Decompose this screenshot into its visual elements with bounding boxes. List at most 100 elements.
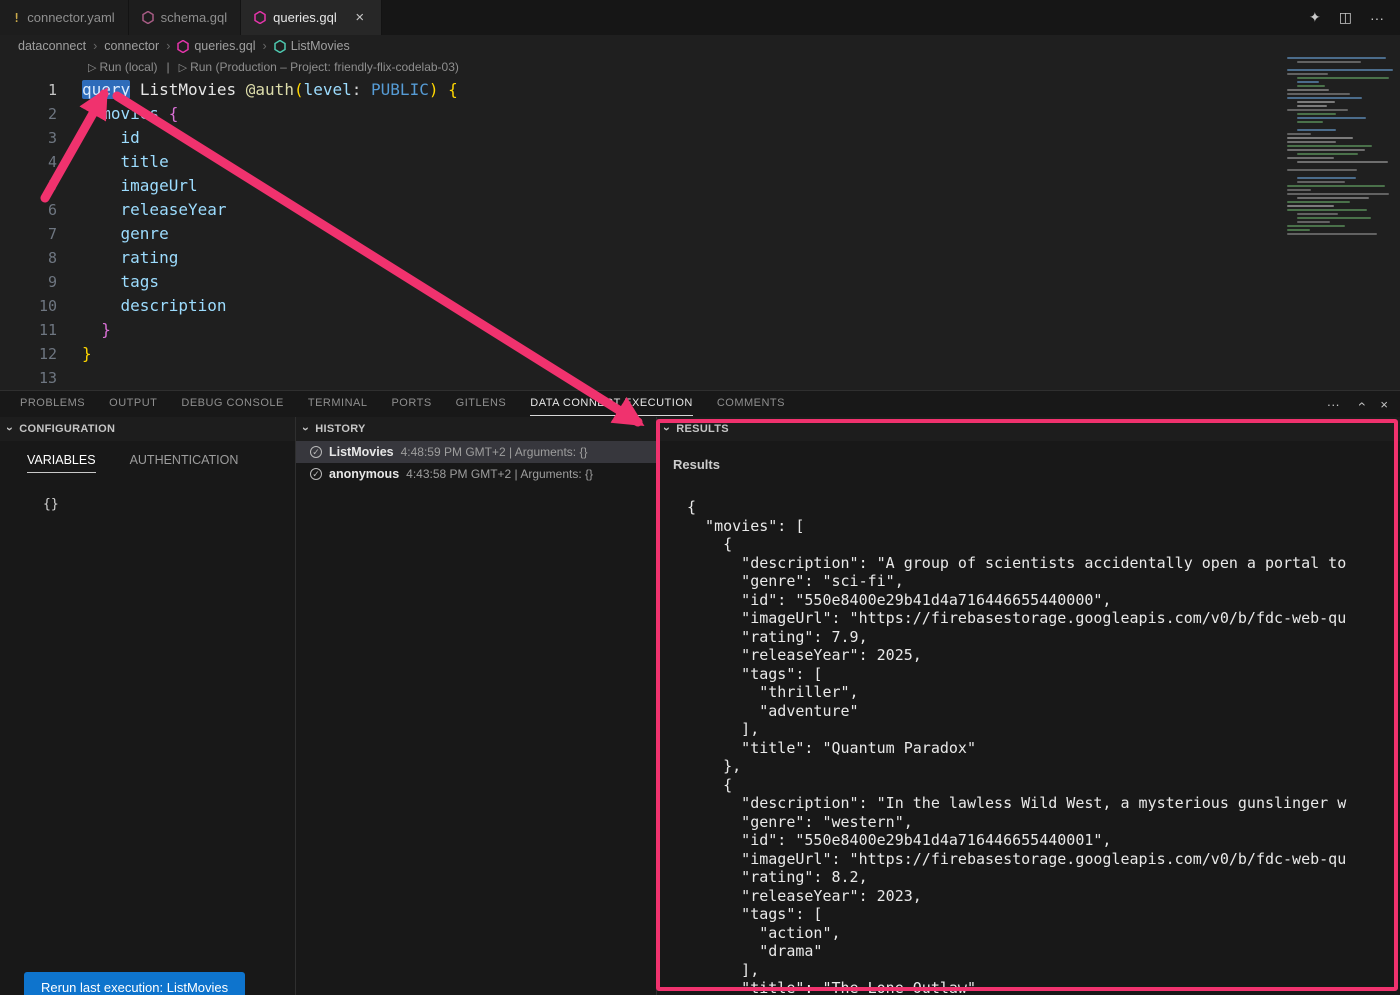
code-area: 1 query ListMovies @auth(level: PUBLIC) {…: [0, 78, 1400, 390]
configuration-title: CONFIGURATION: [19, 423, 115, 435]
tab-label: schema.gql: [161, 10, 227, 25]
code-line-13[interactable]: 13: [0, 366, 1400, 390]
results-header[interactable]: › RESULTS: [657, 417, 1400, 441]
editor-tab-connector.yaml[interactable]: !connector.yaml: [0, 0, 129, 35]
code-line-3[interactable]: 3 id: [0, 126, 1400, 150]
minimap-line: [1297, 85, 1325, 87]
line-number[interactable]: 11: [0, 318, 57, 342]
line-number[interactable]: 4: [0, 150, 57, 174]
minimap-line: [1287, 201, 1350, 203]
code-line-4[interactable]: 4 title: [0, 150, 1400, 174]
editor-tab-queries.gql[interactable]: queries.gql×: [241, 0, 382, 35]
line-number[interactable]: 10: [0, 294, 57, 318]
code-line-10[interactable]: 10 description: [0, 294, 1400, 318]
code-text: rating: [82, 246, 178, 270]
run-production-link[interactable]: ▷Run (Production – Project: friendly-fli…: [179, 57, 459, 78]
code-line-2[interactable]: 2 movies {: [0, 102, 1400, 126]
minimap-line: [1287, 169, 1357, 171]
code-line-5[interactable]: 5 imageUrl: [0, 174, 1400, 198]
minimap-line: [1297, 197, 1369, 199]
minimap-line: [1297, 77, 1389, 79]
configuration-section: › CONFIGURATION VARIABLES AUTHENTICATION…: [0, 417, 296, 995]
line-number[interactable]: 8: [0, 246, 57, 270]
minimap-line: [1297, 61, 1361, 63]
graphql-icon: [254, 11, 266, 24]
minimap-line: [1297, 153, 1358, 155]
editor-more-icon[interactable]: ···: [1370, 10, 1384, 26]
panel-tab-debug-console[interactable]: DEBUG CONSOLE: [181, 392, 283, 416]
minimap-line: [1287, 69, 1393, 71]
configuration-tabs: VARIABLES AUTHENTICATION: [27, 453, 238, 473]
line-number[interactable]: 5: [0, 174, 57, 198]
panel-tab-ports[interactable]: PORTS: [391, 392, 431, 416]
panel-maximize-icon[interactable]: ›: [1352, 402, 1368, 407]
code-text: query ListMovies @auth(level: PUBLIC) {: [82, 78, 458, 102]
breadcrumb-separator: ›: [166, 39, 170, 53]
history-header[interactable]: › HISTORY: [296, 417, 656, 441]
code-line-12[interactable]: 12}: [0, 342, 1400, 366]
code-line-8[interactable]: 8 rating: [0, 246, 1400, 270]
breadcrumb-separator: ›: [93, 39, 97, 53]
minimap-line: [1287, 209, 1367, 211]
chevron-down-icon: ›: [660, 427, 674, 431]
code-line-9[interactable]: 9 tags: [0, 270, 1400, 294]
minimap[interactable]: [1283, 57, 1398, 245]
breadcrumb-item-dataconnect[interactable]: dataconnect: [18, 39, 86, 53]
minimap-line: [1287, 225, 1345, 227]
line-number[interactable]: 6: [0, 198, 57, 222]
breadcrumb-label: connector: [104, 39, 159, 53]
panel-tab-gitlens[interactable]: GITLENS: [456, 392, 507, 416]
sparkle-icon[interactable]: ✦: [1309, 9, 1321, 26]
panel-tab-output[interactable]: OUTPUT: [109, 392, 157, 416]
close-icon[interactable]: ×: [352, 9, 368, 26]
line-number[interactable]: 1: [0, 78, 57, 102]
line-number[interactable]: 13: [0, 366, 57, 390]
split-editor-icon[interactable]: ◫: [1339, 9, 1352, 26]
breadcrumb-item-ListMovies[interactable]: ListMovies: [274, 39, 350, 53]
line-number[interactable]: 12: [0, 342, 57, 366]
history-entry-name: ListMovies: [329, 445, 394, 459]
line-number[interactable]: 9: [0, 270, 57, 294]
history-entry-ListMovies[interactable]: ✓ListMovies4:48:59 PM GMT+2 | Arguments:…: [296, 441, 656, 463]
code-line-6[interactable]: 6 releaseYear: [0, 198, 1400, 222]
rerun-button[interactable]: Rerun last execution: ListMovies: [24, 972, 245, 995]
graphql-operation-icon: [274, 40, 286, 53]
history-entry-anonymous[interactable]: ✓anonymous4:43:58 PM GMT+2 | Arguments: …: [296, 463, 656, 485]
history-list: ✓ListMovies4:48:59 PM GMT+2 | Arguments:…: [296, 441, 656, 485]
code-line-1[interactable]: 1 query ListMovies @auth(level: PUBLIC) {: [0, 78, 1400, 102]
minimap-line: [1283, 125, 1398, 127]
configuration-header[interactable]: › CONFIGURATION: [0, 417, 295, 441]
breadcrumb-label: ListMovies: [291, 39, 350, 53]
editor-tab-bar: !connector.yamlschema.gqlqueries.gql× ✦ …: [0, 0, 1400, 35]
panel-close-icon[interactable]: ×: [1380, 397, 1388, 412]
run-local-link[interactable]: ▷Run (local): [88, 57, 158, 78]
tab-authentication[interactable]: AUTHENTICATION: [130, 453, 239, 473]
line-number[interactable]: 2: [0, 102, 57, 126]
panel-tab-problems[interactable]: PROBLEMS: [20, 392, 85, 416]
breadcrumb-item-queries.gql[interactable]: queries.gql: [177, 39, 255, 53]
code-text: id: [82, 126, 140, 150]
minimap-line: [1287, 57, 1386, 59]
panel-tab-data-connect-execution[interactable]: DATA CONNECT EXECUTION: [530, 392, 693, 416]
code-text: tags: [82, 270, 159, 294]
graphql-icon: [142, 11, 154, 24]
editor-tab-schema.gql[interactable]: schema.gql: [129, 0, 241, 35]
minimap-line: [1287, 185, 1385, 187]
code-text: releaseYear: [82, 198, 227, 222]
minimap-line: [1297, 177, 1356, 179]
line-number[interactable]: 7: [0, 222, 57, 246]
check-circle-icon: ✓: [310, 446, 322, 458]
panel-tab-terminal[interactable]: TERMINAL: [308, 392, 368, 416]
minimap-line: [1297, 217, 1371, 219]
breadcrumb-item-connector[interactable]: connector: [104, 39, 159, 53]
panel-more-icon[interactable]: ···: [1327, 397, 1340, 412]
code-line-11[interactable]: 11 }: [0, 318, 1400, 342]
code-line-7[interactable]: 7 genre: [0, 222, 1400, 246]
line-number[interactable]: 3: [0, 126, 57, 150]
tab-variables[interactable]: VARIABLES: [27, 453, 96, 473]
history-entry-name: anonymous: [329, 467, 399, 481]
panel-tab-comments[interactable]: COMMENTS: [717, 392, 785, 416]
minimap-line: [1283, 165, 1398, 167]
bottom-panel: PROBLEMS OUTPUT DEBUG CONSOLE TERMINAL PORTS…: [0, 390, 1400, 995]
breadcrumb-separator: ›: [263, 39, 267, 53]
